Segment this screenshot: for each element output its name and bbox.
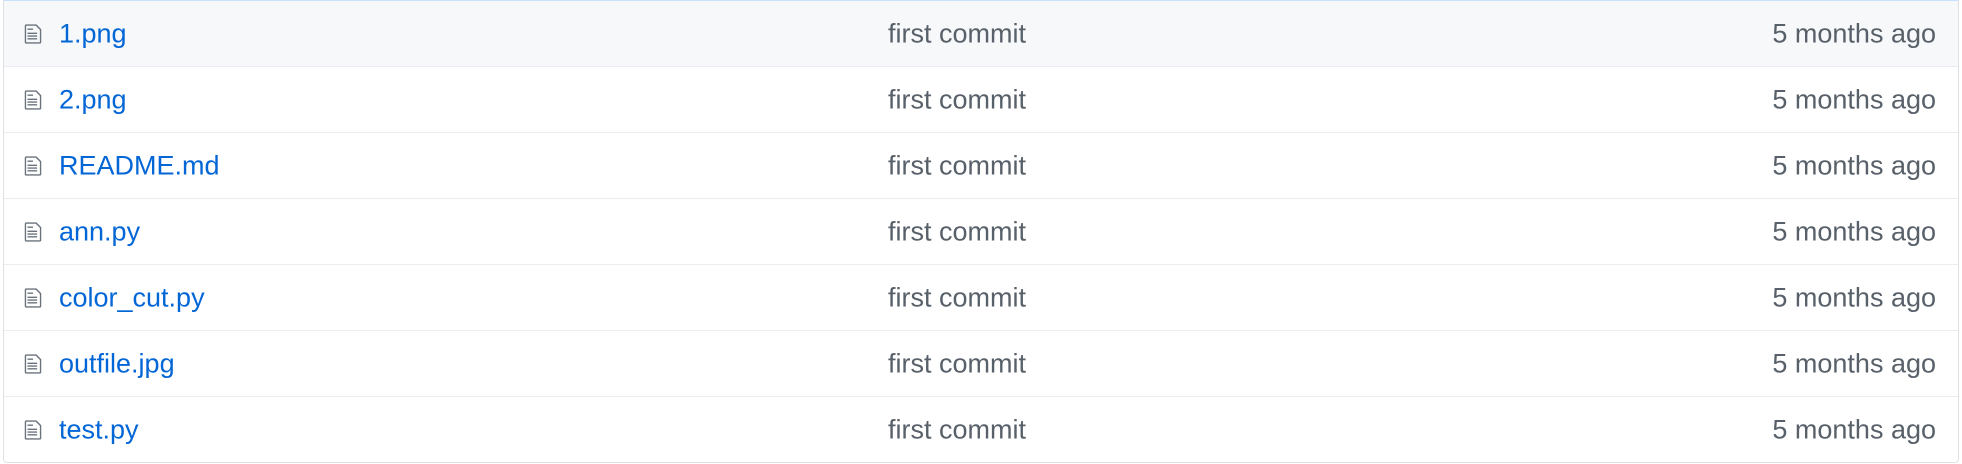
table-row: color_cut.py first commit 5 months ago [4, 264, 1958, 330]
commit-age: 5 months ago [1772, 150, 1936, 180]
file-name-link[interactable]: 1.png [59, 18, 127, 49]
commit-age: 5 months ago [1772, 18, 1936, 48]
table-row: test.py first commit 5 months ago [4, 396, 1958, 462]
commit-message-link[interactable]: first commit [888, 84, 1026, 115]
commit-message-link[interactable]: first commit [888, 216, 1026, 247]
table-row: 2.png first commit 5 months ago [4, 66, 1958, 132]
table-row: ann.py first commit 5 months ago [4, 198, 1958, 264]
file-text-icon [22, 285, 44, 311]
commit-age: 5 months ago [1772, 348, 1936, 378]
commit-age: 5 months ago [1772, 282, 1936, 312]
file-text-icon [22, 417, 44, 443]
file-name-link[interactable]: test.py [59, 414, 139, 445]
commit-message-link[interactable]: first commit [888, 348, 1026, 379]
file-name-link[interactable]: color_cut.py [59, 282, 205, 313]
file-text-icon [22, 219, 44, 245]
commit-message-link[interactable]: first commit [888, 18, 1026, 49]
commit-message-link[interactable]: first commit [888, 414, 1026, 445]
file-text-icon [22, 351, 44, 377]
file-text-icon [22, 87, 44, 113]
commit-age: 5 months ago [1772, 216, 1936, 246]
commit-message-link[interactable]: first commit [888, 282, 1026, 313]
commit-message-link[interactable]: first commit [888, 150, 1026, 181]
table-row: README.md first commit 5 months ago [4, 132, 1958, 198]
file-name-link[interactable]: outfile.jpg [59, 348, 175, 379]
file-name-link[interactable]: README.md [59, 150, 220, 181]
file-list-table: 1.png first commit 5 months ago 2.png fi… [3, 0, 1959, 463]
file-text-icon [22, 21, 44, 47]
table-row: outfile.jpg first commit 5 months ago [4, 330, 1958, 396]
table-row: 1.png first commit 5 months ago [4, 1, 1958, 66]
file-text-icon [22, 153, 44, 179]
commit-age: 5 months ago [1772, 414, 1936, 444]
file-name-link[interactable]: ann.py [59, 216, 140, 247]
file-name-link[interactable]: 2.png [59, 84, 127, 115]
commit-age: 5 months ago [1772, 84, 1936, 114]
